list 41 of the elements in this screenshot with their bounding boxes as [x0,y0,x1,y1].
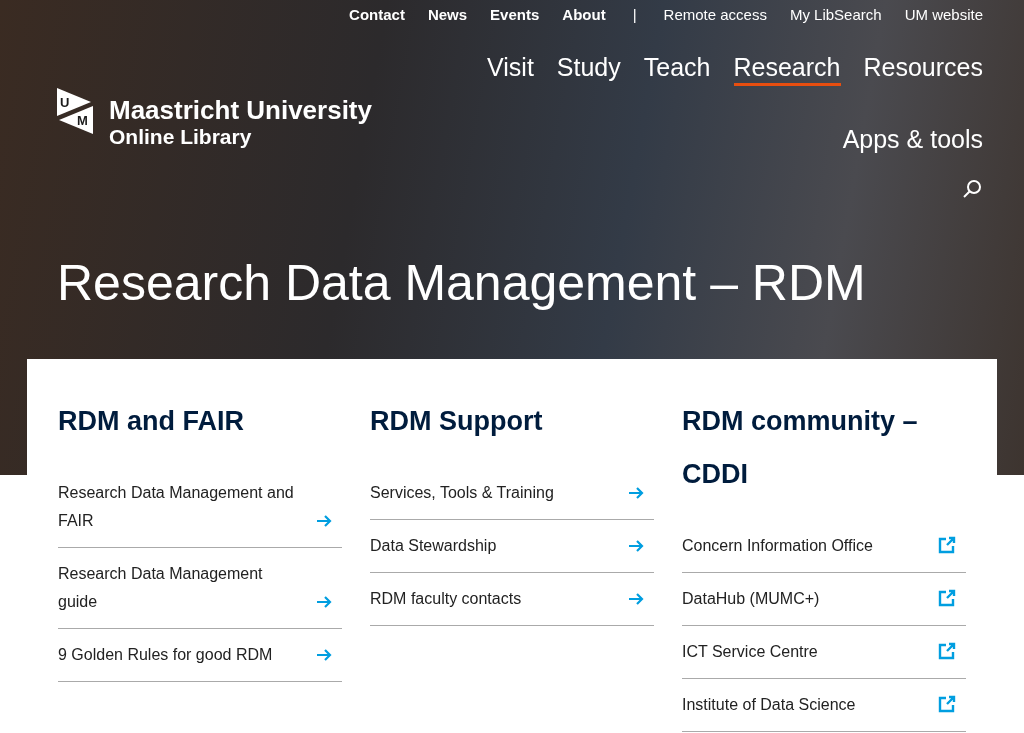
nav-link[interactable]: Resources [863,51,983,86]
nav-link[interactable]: Research [733,51,841,86]
top-link[interactable]: Remote access [663,3,767,27]
top-link[interactable]: Contact [349,3,405,27]
link-label[interactable]: RDM faculty contacts [370,585,522,613]
section-heading: RDM Support [370,405,544,438]
separator: | [631,4,638,25]
arrow-right-icon[interactable] [316,513,332,529]
nav-link[interactable]: Teach [643,51,711,86]
external-link-icon[interactable] [938,536,956,554]
top-link[interactable]: About [562,3,606,27]
arrow-right-icon[interactable] [628,485,644,501]
link-label[interactable]: Data Stewardship [370,532,497,560]
link-label[interactable]: Research Data Management and FAIR [58,479,306,535]
link-label[interactable]: Institute of Data Science [682,691,856,719]
top-link[interactable]: UM website [904,3,983,27]
arrow-right-icon[interactable] [628,538,644,554]
logo-subtitle[interactable]: Online Library [109,124,372,150]
top-link[interactable]: My LibSearch [789,3,882,27]
external-link-icon[interactable] [938,695,956,713]
external-link-icon[interactable] [938,589,956,607]
top-link[interactable]: News [427,3,468,27]
external-link-icon[interactable] [938,642,956,660]
arrow-right-icon[interactable] [316,647,332,663]
top-link[interactable]: Events [490,3,540,27]
nav-link[interactable]: Apps & tools [842,125,983,153]
nav-link[interactable]: Visit [487,51,534,86]
section-heading: RDM community – CDDI [682,405,919,491]
logo-title[interactable]: Maastricht University [109,96,372,124]
link-label[interactable]: DataHub (MUMC+) [682,585,820,613]
link-label[interactable]: Research Data Management guide [58,560,306,616]
link-label[interactable]: 9 Golden Rules for good RDM [58,641,273,669]
link-label[interactable]: ICT Service Centre [682,638,818,666]
section-heading: RDM and FAIR [58,405,245,438]
link-label[interactable]: Services, Tools & Training [370,479,554,507]
nav-link[interactable]: Study [556,51,621,86]
link-label[interactable]: Concern Information Office [682,532,873,560]
search-icon[interactable] [962,178,982,199]
arrow-right-icon[interactable] [628,591,644,607]
arrow-right-icon[interactable] [316,594,332,610]
page-title: Research Data Management – RDM [57,254,866,313]
